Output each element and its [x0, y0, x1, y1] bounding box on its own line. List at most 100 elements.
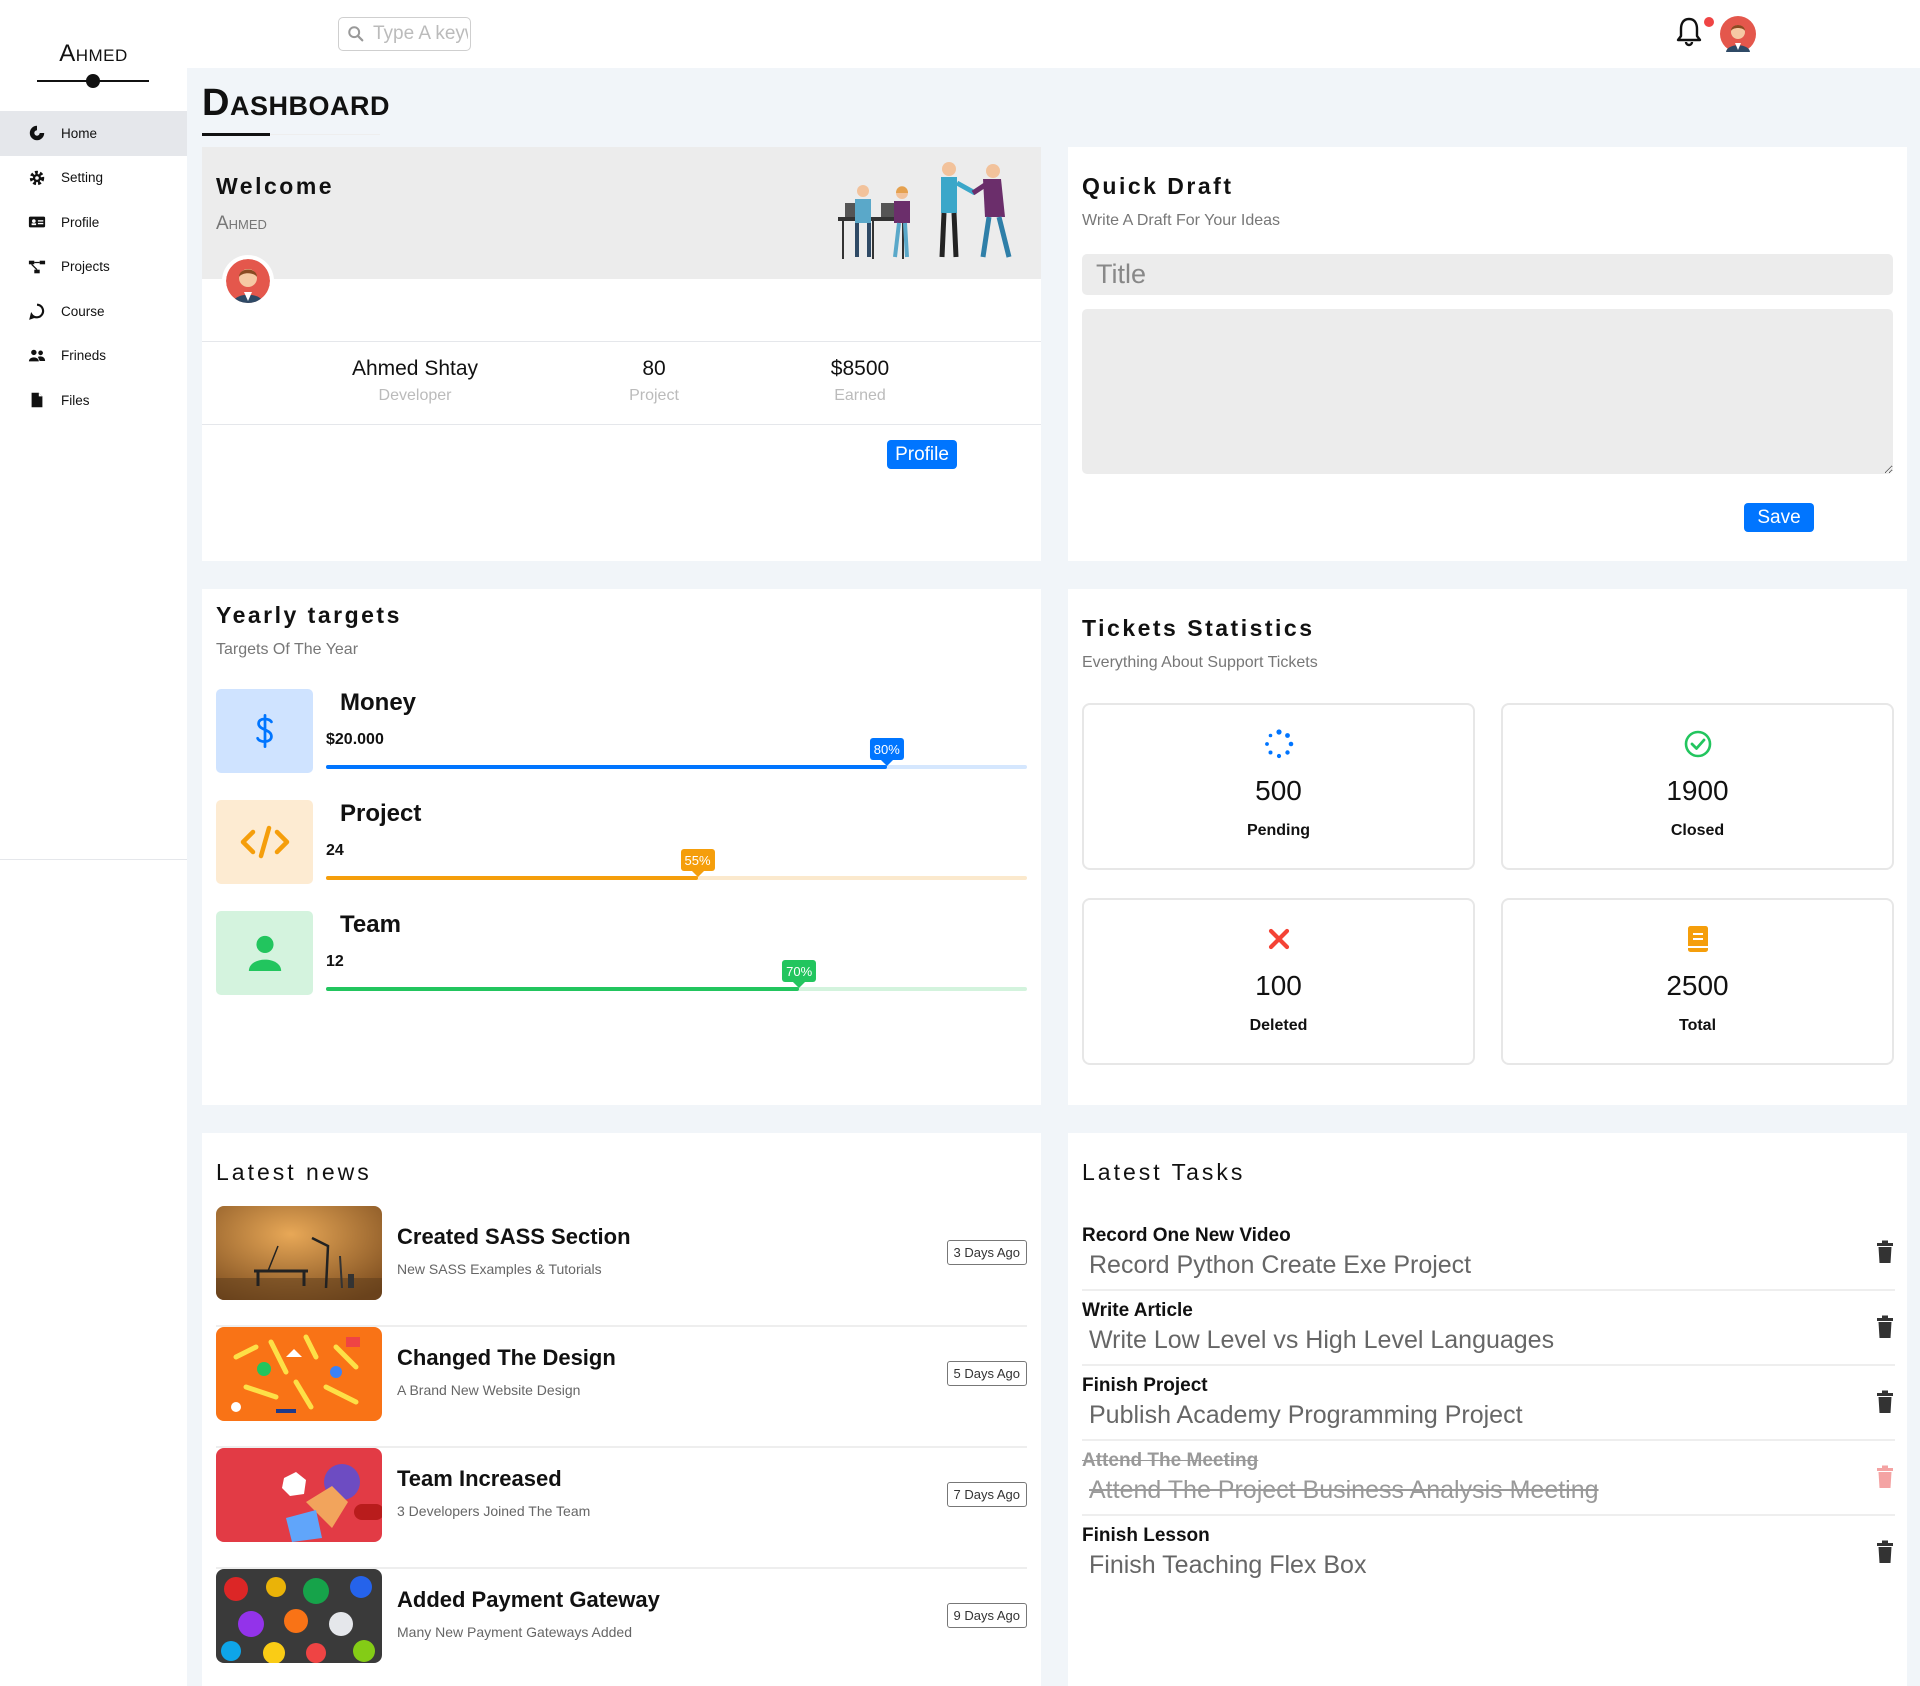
page-title-underline — [202, 133, 270, 136]
topbar — [187, 0, 1920, 68]
draft-body-textarea[interactable] — [1082, 309, 1893, 474]
draft-title-input[interactable] — [1082, 254, 1893, 295]
spinner-icon — [1264, 729, 1293, 759]
latest-news-card: Latest news Created SASS Section New SAS… — [202, 1133, 1041, 1686]
quick-draft-card: Quick Draft Write A Draft For Your Ideas… — [1068, 147, 1907, 561]
sidebar-item-label: Frineds — [61, 348, 107, 364]
task-description: Finish Teaching Flex Box — [1089, 1551, 1367, 1579]
progress-badge: 55% — [680, 849, 715, 871]
tickets-title: Tickets Statistics — [1082, 615, 1315, 641]
welcome-username: Ahmed — [216, 213, 267, 234]
code-icon — [240, 825, 289, 859]
diagram-icon — [28, 260, 46, 274]
news-item-title: Changed The Design — [397, 1345, 616, 1370]
welcome-card: Welcome Ahmed Ahmed Shtay Developer 80 P… — [202, 147, 1041, 561]
sidebar-item-course[interactable]: Course — [0, 289, 187, 334]
news-image — [216, 1448, 382, 1542]
sidebar-item-home[interactable]: Home — [0, 111, 187, 156]
ticket-label: Deleted — [1249, 1017, 1308, 1034]
gear-icon — [29, 170, 45, 185]
draft-subtitle: Write A Draft For Your Ideas — [1082, 212, 1281, 229]
ticket-label: Total — [1678, 1017, 1717, 1034]
ticket-value: 2500 — [1666, 970, 1729, 1001]
yearly-targets-card: Yearly targets Targets Of The Year Money… — [202, 589, 1041, 1105]
tasks-title: Latest Tasks — [1082, 1159, 1246, 1185]
trash-icon[interactable] — [1875, 1465, 1895, 1489]
news-item-subtitle: 3 Developers Joined The Team — [397, 1503, 591, 1519]
sidebar-divider — [0, 859, 187, 860]
stat-name: Ahmed Shtay Developer — [315, 357, 515, 405]
page-title-underline-light — [270, 134, 380, 135]
task-item: Finish Lesson Finish Teaching Flex Box — [1082, 1518, 1895, 1591]
divider — [202, 424, 1041, 425]
task-item: Finish Project Publish Academy Programmi… — [1082, 1368, 1895, 1441]
sidebar-item-profile[interactable]: Profile — [0, 200, 187, 245]
news-age-badge: 5 Days Ago — [946, 1361, 1027, 1386]
dollar-icon — [255, 714, 273, 748]
news-item[interactable]: Team Increased 3 Developers Joined The T… — [216, 1448, 1027, 1569]
trash-icon[interactable] — [1875, 1390, 1895, 1414]
targets-title: Yearly targets — [216, 602, 402, 628]
latest-tasks-card: Latest Tasks Record One New Video Record… — [1068, 1133, 1907, 1686]
bell-icon[interactable] — [1674, 16, 1704, 48]
sidebar-item-projects[interactable]: Projects — [0, 245, 187, 290]
check-circle-icon — [1684, 730, 1711, 758]
sidebar-nav: Home Setting Profile Projects Course Fri… — [0, 111, 187, 423]
stat-label: Developer — [378, 387, 452, 404]
news-image — [216, 1327, 382, 1421]
news-item[interactable]: Created SASS Section New SASS Examples &… — [216, 1206, 1027, 1327]
notification-dot — [1704, 17, 1714, 27]
avatar[interactable] — [1720, 16, 1756, 52]
news-age-badge: 9 Days Ago — [946, 1603, 1027, 1628]
ticket-label: Pending — [1246, 822, 1311, 839]
target-value: $20.000 — [326, 731, 384, 748]
draft-title: Quick Draft — [1082, 173, 1234, 199]
avatar — [222, 255, 274, 307]
news-image — [216, 1569, 382, 1663]
sidebar-item-label: Course — [61, 303, 105, 319]
target-team: Team 12 70% — [216, 911, 1027, 995]
sidebar-item-files[interactable]: Files — [0, 378, 187, 423]
page-title: Dashboard — [202, 82, 390, 124]
trash-icon[interactable] — [1875, 1540, 1895, 1564]
ticket-icon — [1084, 729, 1473, 759]
target-value: 24 — [326, 842, 344, 859]
target-icon-box — [216, 911, 313, 995]
brand-dot — [86, 74, 100, 88]
ticket-value: 1900 — [1666, 775, 1729, 806]
stat-label: Project — [629, 387, 679, 404]
news-age-badge: 7 Days Ago — [946, 1482, 1027, 1507]
divider — [202, 341, 1041, 342]
ticket-value: 500 — [1255, 775, 1302, 806]
progress-fill — [326, 876, 698, 880]
search-box[interactable] — [338, 17, 471, 51]
task-item-done: Attend The Meeting Attend The Project Bu… — [1082, 1443, 1895, 1516]
news-age-badge: 3 Days Ago — [946, 1240, 1027, 1265]
id-card-icon — [28, 216, 46, 228]
home-icon — [29, 126, 45, 141]
task-description: Record Python Create Exe Project — [1089, 1251, 1472, 1279]
profile-button[interactable]: Profile — [887, 440, 957, 469]
target-name: Team — [340, 911, 401, 938]
search-input[interactable] — [373, 23, 468, 45]
task-description: Attend The Project Business Analysis Mee… — [1089, 1476, 1599, 1504]
save-button[interactable]: Save — [1744, 503, 1814, 532]
trash-icon[interactable] — [1875, 1315, 1895, 1339]
ticket-icon — [1503, 729, 1892, 759]
news-item-title: Created SASS Section — [397, 1224, 631, 1249]
news-item[interactable]: Added Payment Gateway Many New Payment G… — [216, 1569, 1027, 1686]
progress-track: 80% — [326, 738, 1027, 769]
progress-fill — [326, 987, 800, 991]
progress-track: 70% — [326, 960, 1027, 991]
ticket-icon — [1503, 924, 1892, 954]
stat-value: Ahmed Shtay — [351, 357, 479, 380]
user-icon — [248, 935, 281, 972]
sidebar-item-setting[interactable]: Setting — [0, 156, 187, 201]
sidebar-item-label: Files — [61, 392, 90, 408]
news-item[interactable]: Changed The Design A Brand New Website D… — [216, 1327, 1027, 1448]
ticket-label: Closed — [1670, 822, 1725, 839]
sidebar-item-friends[interactable]: Frineds — [0, 334, 187, 379]
task-title: Write Article — [1082, 1300, 1193, 1321]
welcome-title: Welcome — [216, 173, 335, 199]
trash-icon[interactable] — [1875, 1240, 1895, 1264]
